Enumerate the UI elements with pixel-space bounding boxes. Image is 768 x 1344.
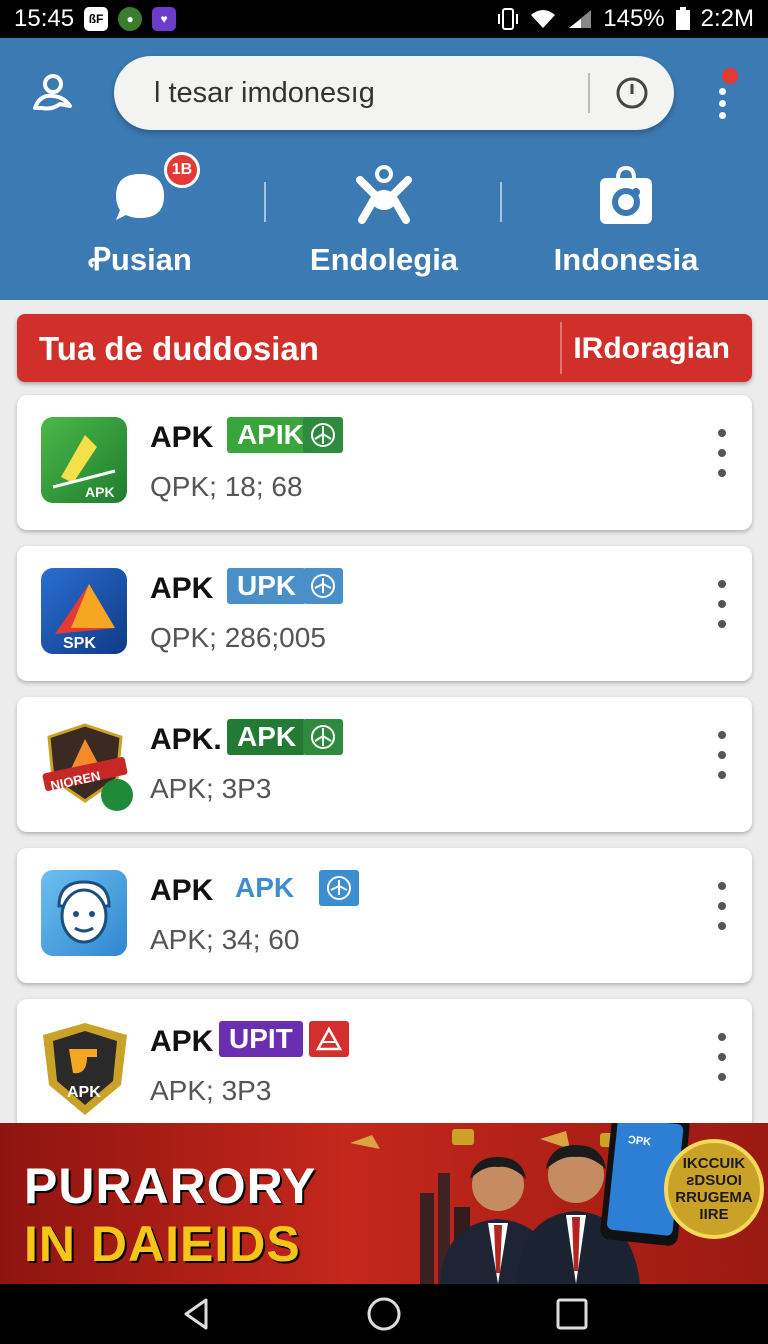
section-divider bbox=[560, 322, 562, 374]
recents-icon[interactable] bbox=[552, 1296, 592, 1332]
search-bar[interactable]: l tesar imdonesıg bbox=[114, 56, 674, 130]
app-header: l tesar imdonesıg 1B Ꝓusian Endolegia In… bbox=[0, 38, 768, 300]
menu-dot bbox=[719, 100, 726, 107]
tab-label: Ꝓusian bbox=[88, 242, 192, 277]
app-list-item[interactable]: APK APK APIK QPK; 18; 68 bbox=[17, 395, 752, 530]
tab-separator bbox=[500, 182, 502, 222]
ad-seal-badge: IKCCUIK ƨDSUOI RRUGEMA IIRE bbox=[664, 1139, 764, 1239]
signal-icon bbox=[569, 10, 592, 28]
app-subtitle: APK; 34; 60 bbox=[150, 924, 300, 955]
app-list-item[interactable]: SPK APK UPK QPK; 286;005 bbox=[17, 546, 752, 681]
wifi-icon bbox=[531, 10, 556, 28]
overflow-menu-button[interactable] bbox=[708, 68, 738, 124]
chat-bubble-icon: 1B bbox=[108, 152, 200, 228]
tab-label: Endolegia bbox=[309, 242, 459, 277]
app-tag: APK bbox=[235, 872, 295, 903]
warning-icon bbox=[309, 1021, 349, 1057]
person-icon bbox=[352, 164, 416, 228]
app-tag: UPIT bbox=[219, 1021, 303, 1057]
tab-endolegia[interactable]: Endolegia bbox=[264, 158, 504, 288]
menu-dot bbox=[719, 112, 726, 119]
app-list-item[interactable]: APK APK APK; 34; 60 bbox=[17, 848, 752, 983]
section-title: Tua de duddosian bbox=[39, 330, 319, 367]
more-options-button[interactable] bbox=[712, 429, 732, 489]
app-tag: UPK bbox=[227, 568, 307, 604]
more-options-button[interactable] bbox=[712, 882, 732, 942]
app-name: APK bbox=[150, 421, 214, 454]
battery-percent: 145% bbox=[603, 5, 665, 32]
unread-badge: 1B bbox=[164, 152, 200, 188]
notification-app-icon: ßF bbox=[84, 7, 109, 31]
svg-text:APK: APK bbox=[67, 1084, 101, 1101]
shield-badge-app-icon: NIOREN bbox=[41, 719, 133, 811]
search-divider bbox=[588, 73, 590, 113]
search-input[interactable]: l tesar imdonesıg bbox=[154, 77, 588, 110]
svg-text:APK: APK bbox=[85, 484, 115, 500]
app-list-item[interactable]: APK APK UPIT APK; 3P3 bbox=[17, 999, 752, 1134]
compass-icon bbox=[303, 417, 343, 453]
tab-indonesia[interactable]: Indonesia bbox=[506, 158, 746, 288]
category-tabs: 1B Ꝓusian Endolegia Indonesia bbox=[0, 152, 768, 288]
system-nav-bar bbox=[0, 1284, 768, 1344]
ad-headline-secondary: IN DAIEIDS bbox=[24, 1216, 301, 1272]
plane-icon bbox=[303, 568, 343, 604]
notification-app-icon: ● bbox=[118, 7, 143, 31]
section-header: Tua de duddosian IRdoragian bbox=[17, 314, 752, 382]
svg-text:SPK: SPK bbox=[63, 635, 96, 652]
app-subtitle: QPK; 18; 68 bbox=[150, 471, 303, 502]
blue-arrow-app-icon: SPK bbox=[41, 568, 127, 654]
status-clock-right: 2:2M bbox=[700, 5, 754, 32]
more-options-button[interactable] bbox=[712, 580, 732, 640]
status-bar: 15:45 ßF ● ♥ 145% 2:2M bbox=[0, 0, 768, 38]
app-list-item[interactable]: NIOREN APK. APK APK; 3P3 bbox=[17, 697, 752, 832]
profile-icon bbox=[33, 74, 72, 111]
app-name: APK bbox=[150, 572, 214, 605]
section-action-button[interactable]: IRdoragian bbox=[573, 332, 730, 366]
app-name: APK bbox=[150, 1025, 214, 1058]
back-icon[interactable] bbox=[176, 1296, 216, 1332]
ad-headline: PURARORY bbox=[24, 1158, 317, 1214]
app-tag: APK bbox=[227, 719, 307, 755]
face-app-icon bbox=[41, 870, 127, 956]
green-arrow-app-icon: APK bbox=[41, 417, 127, 503]
profile-button[interactable] bbox=[28, 68, 78, 118]
app-tag: APIK bbox=[227, 417, 314, 453]
app-subtitle: APK; 3P3 bbox=[150, 773, 272, 804]
timer-icon[interactable] bbox=[612, 73, 652, 113]
ad-banner[interactable]: ƆPK PURARORY IN DAIEIDS IKCCUIK ƨDSUOI R… bbox=[0, 1123, 768, 1284]
svg-text:ƆPK: ƆPK bbox=[627, 1134, 651, 1148]
notification-dot bbox=[722, 68, 738, 84]
menu-dot bbox=[719, 88, 726, 95]
plane-icon bbox=[319, 870, 359, 906]
tab-pusian[interactable]: 1B Ꝓusian bbox=[20, 152, 260, 288]
gold-shield-app-icon: APK bbox=[41, 1021, 127, 1115]
status-time: 15:45 bbox=[14, 5, 75, 32]
shopping-bag-icon bbox=[594, 164, 658, 228]
more-options-button[interactable] bbox=[712, 731, 732, 791]
app-subtitle: APK; 3P3 bbox=[150, 1075, 272, 1106]
notification-app-icon: ♥ bbox=[152, 7, 177, 31]
compass-icon bbox=[303, 719, 343, 755]
app-name: APK. bbox=[150, 723, 222, 756]
app-subtitle: QPK; 286;005 bbox=[150, 622, 326, 653]
battery-icon bbox=[675, 7, 690, 30]
app-name: APK bbox=[150, 874, 214, 907]
tab-label: Indonesia bbox=[553, 242, 699, 277]
more-options-button[interactable] bbox=[712, 1033, 732, 1093]
vibrate-icon bbox=[498, 8, 519, 30]
home-icon[interactable] bbox=[364, 1296, 404, 1332]
